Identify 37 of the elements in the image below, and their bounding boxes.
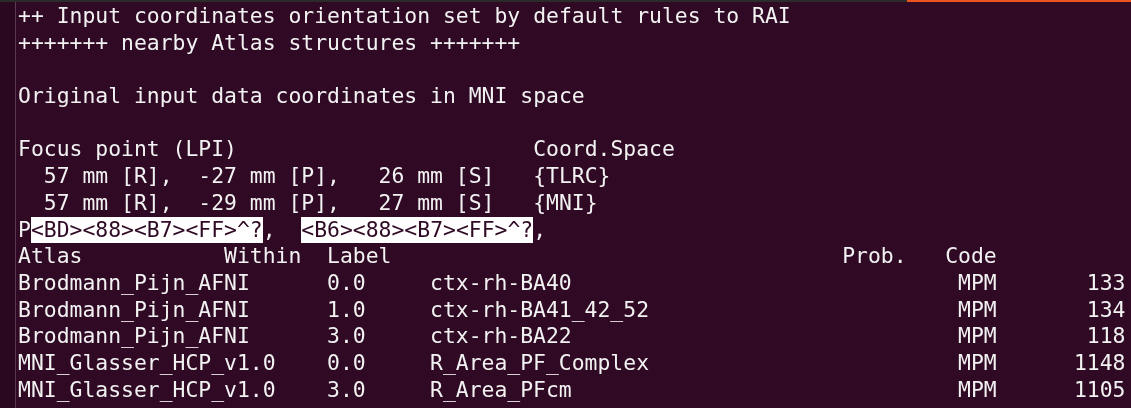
table-cell-text: 1148 xyxy=(1072,349,1126,377)
table-cell-text: R_Area_PF_Complex xyxy=(430,349,650,377)
table-cell-text: 0.0 xyxy=(327,349,367,377)
table-cell-text: 0.0 xyxy=(327,269,367,297)
table-cell-text: R_Area_PFcm xyxy=(430,376,573,404)
output-line: Original input data coordinates in MNI space xyxy=(18,83,586,110)
output-line: +++++++ nearby Atlas structures +++++++ xyxy=(18,29,522,57)
table-cell-text: ctx-rh-BA40 xyxy=(430,269,573,297)
table-cell-text: Brodmann_Pijn_AFNI xyxy=(18,269,251,297)
table-cell-text: MNI_Glasser_HCP_v1.0 xyxy=(18,349,277,377)
table-cell-text: 1105 xyxy=(1072,376,1126,404)
table-header-line: Atlas Within Label Prob. Code xyxy=(18,243,998,270)
table-cell-text: MPM xyxy=(958,296,998,324)
table-cell-text: 133 xyxy=(1085,269,1126,297)
highlighted-text: <BD><88><B7><FF>^? xyxy=(30,216,263,244)
table-cell-text: 118 xyxy=(1085,323,1126,350)
table-cell-text: MPM xyxy=(958,323,998,350)
table-cell-text: MPM xyxy=(958,376,998,404)
table-cell-text: MPM xyxy=(958,349,998,377)
table-cell-text: MPM xyxy=(958,269,998,297)
table-cell-text: ctx-rh-BA22 xyxy=(430,323,573,350)
table-cell-text: MNI_Glasser_HCP_v1.0 xyxy=(18,376,277,404)
table-cell-text: Brodmann_Pijn_AFNI xyxy=(18,323,251,350)
table-cell-text: 134 xyxy=(1085,296,1126,324)
output-line: 57 mm [R], -29 mm [P], 27 mm [S] {MNI} xyxy=(42,189,599,217)
table-cell-text: 3.0 xyxy=(327,376,367,404)
table-cell-text: 1.0 xyxy=(327,296,367,324)
output-line: Focus point (LPI) Coord.Space xyxy=(18,136,676,164)
output-line: ++ Input coordinates orientation set by default rules to RAI xyxy=(18,3,792,30)
highlighted-text: <B6><88><B7><FF>^? xyxy=(301,216,534,244)
output-text: P xyxy=(18,216,31,244)
table-cell-text: ctx-rh-BA41_42_52 xyxy=(430,296,650,324)
table-cell-text: 3.0 xyxy=(327,323,367,350)
output-text: , xyxy=(262,216,277,244)
table-cell-text: Brodmann_Pijn_AFNI xyxy=(18,296,251,324)
output-line: 57 mm [R], -27 mm [P], 26 mm [S] {TLRC} xyxy=(42,163,612,190)
output-text: , xyxy=(533,216,547,244)
